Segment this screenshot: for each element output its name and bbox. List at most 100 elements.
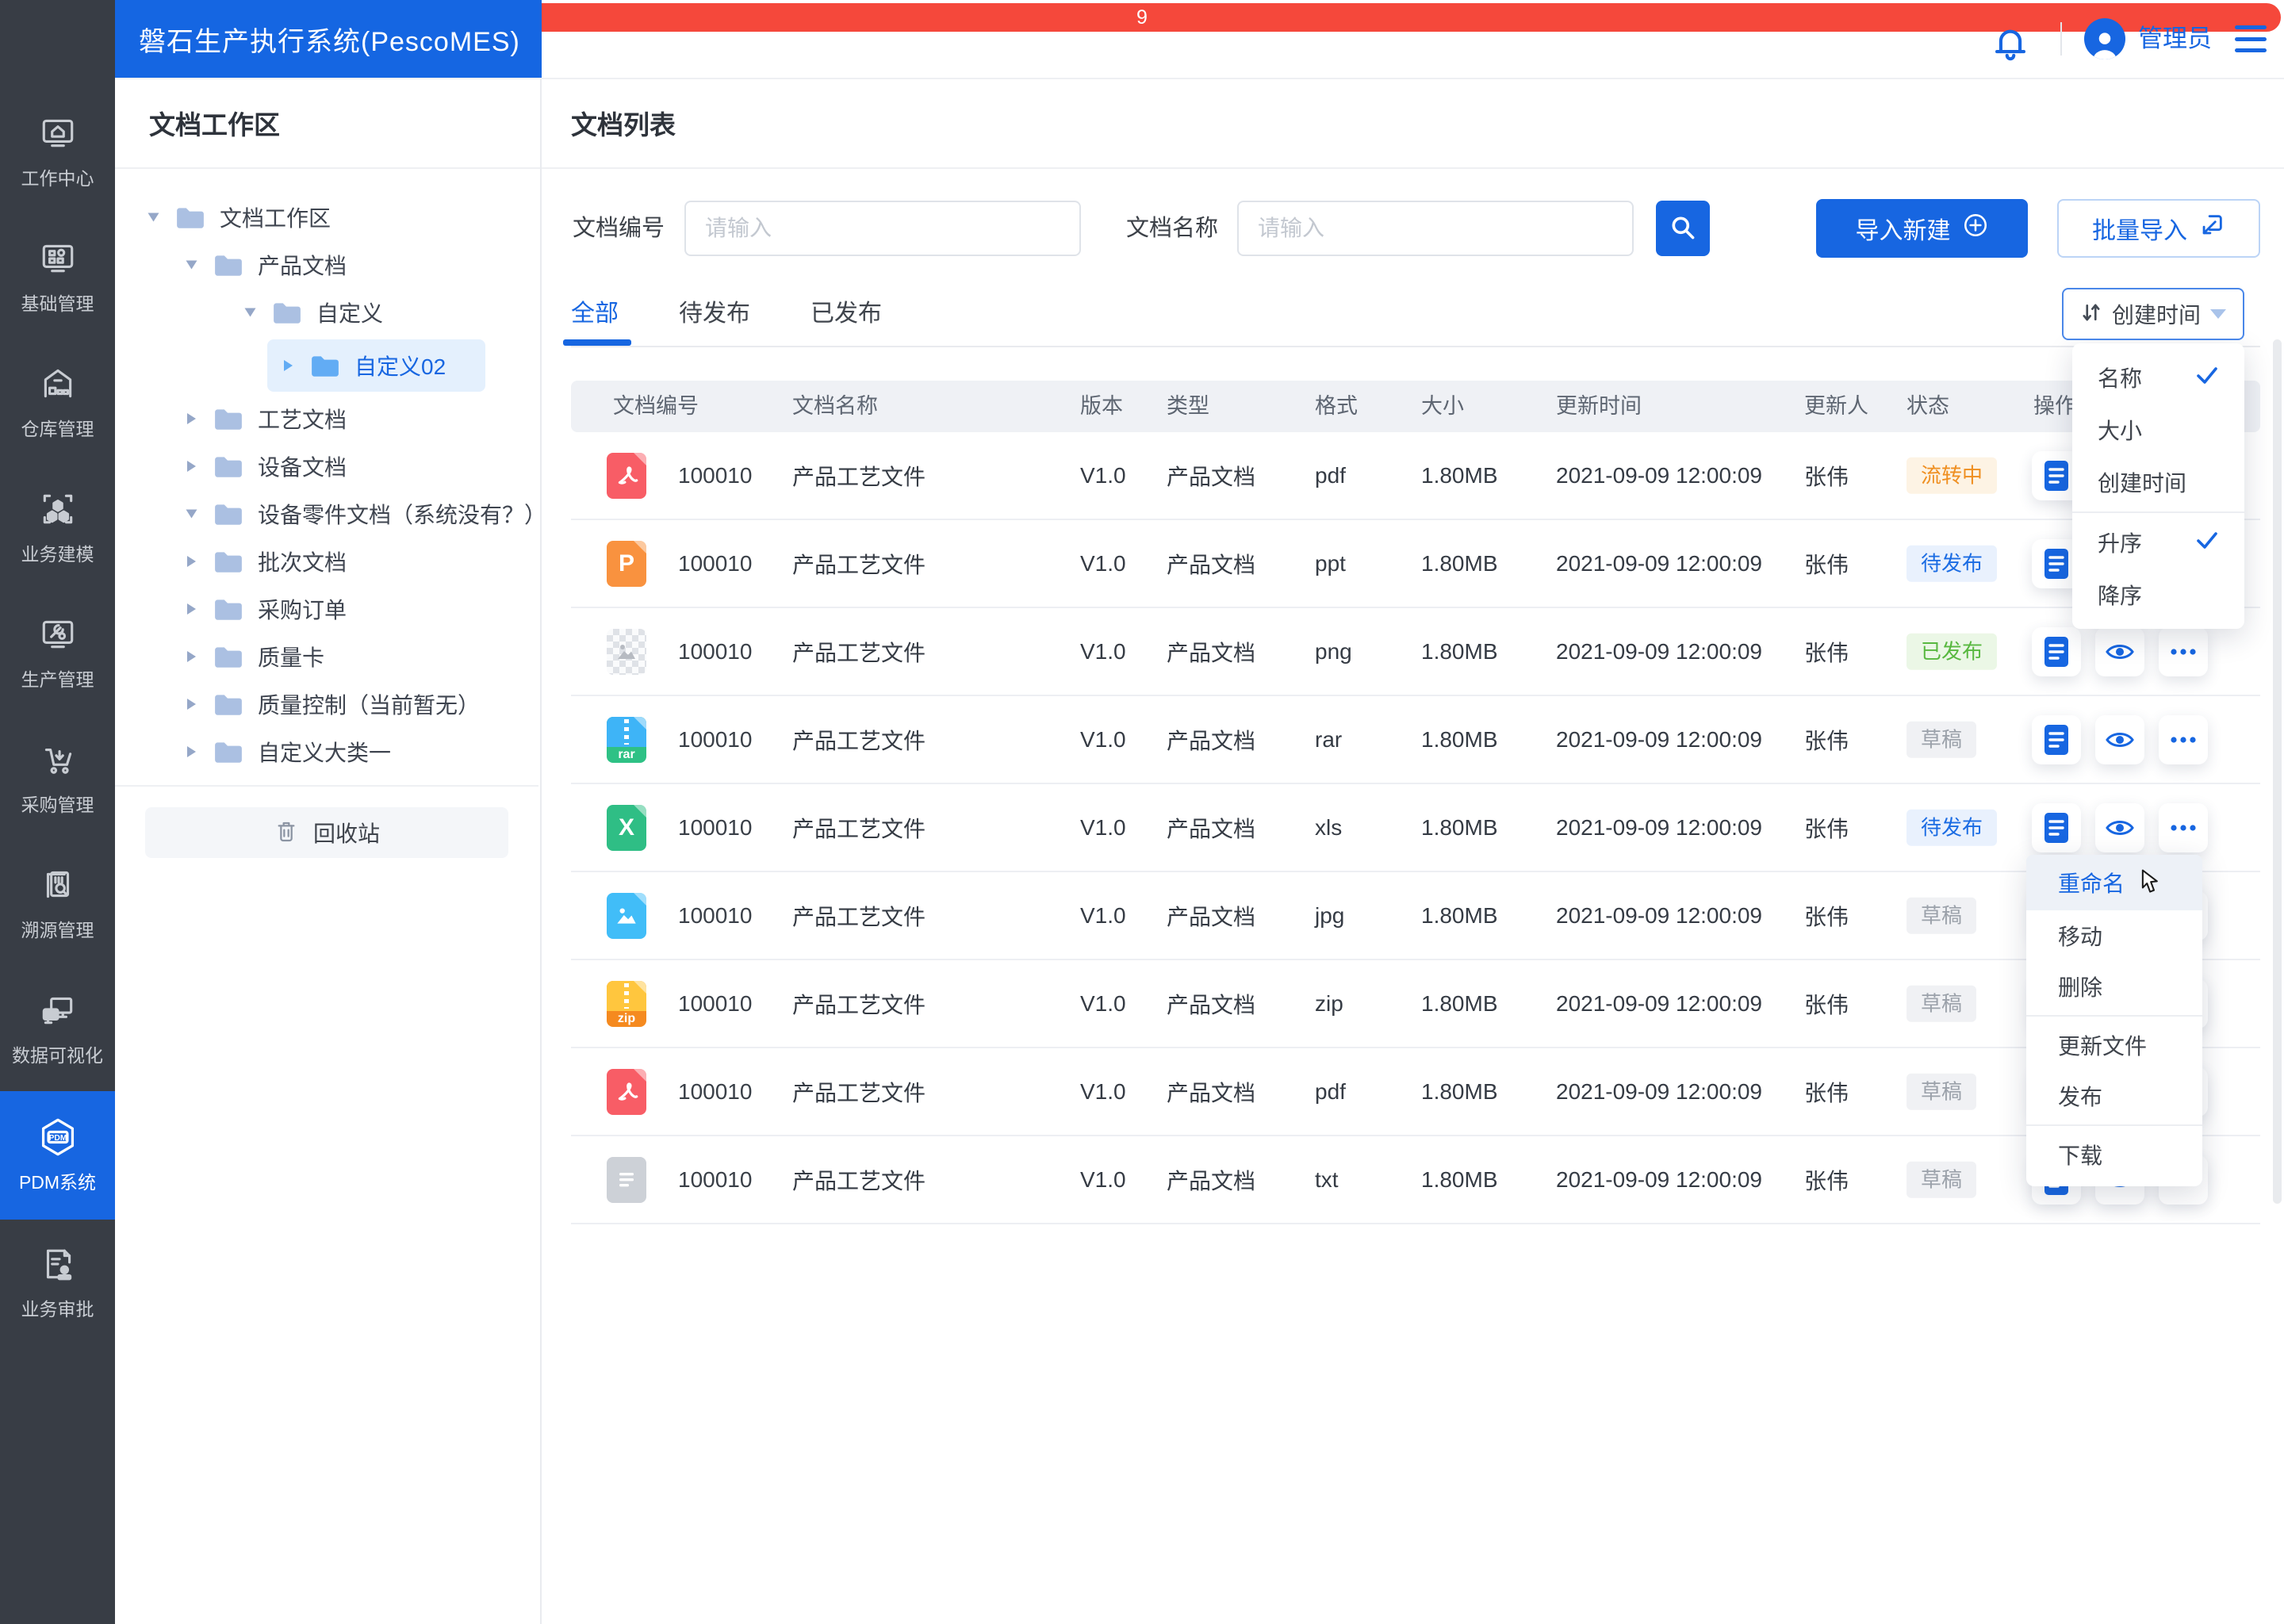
tree-item[interactable]: 产品文档 <box>115 241 538 289</box>
chevron-right-icon[interactable] <box>187 461 196 472</box>
type-cell: 产品文档 <box>1167 904 1256 929</box>
chevron-right-icon[interactable] <box>187 651 196 662</box>
rail-item-trace[interactable]: 溯源管理 <box>0 841 115 966</box>
menu-button[interactable] <box>2235 25 2267 52</box>
chevron-right-icon[interactable] <box>187 746 196 757</box>
rail-item-workbench[interactable]: 工作中心 <box>0 89 115 214</box>
table-row[interactable]: P 100010 产品工艺文件 V1.0 产品文档 ppt 1.80MB 2021-09-09… <box>571 520 2260 608</box>
recycle-bin-button[interactable]: 回收站 <box>145 807 508 858</box>
sort-option[interactable]: 名称 <box>2072 351 2244 404</box>
context-menu-item[interactable]: 删除 <box>2026 961 2202 1012</box>
batch-import-button[interactable]: 批量导入 <box>2057 199 2260 258</box>
chevron-down-icon[interactable] <box>148 213 159 222</box>
tab-已发布[interactable]: 已发布 <box>811 293 882 328</box>
preview-button[interactable] <box>2095 714 2144 764</box>
tab-待发布[interactable]: 待发布 <box>679 293 750 328</box>
table-row[interactable]: X 100010 产品工艺文件 V1.0 产品文档 xls 1.80MB 2021-09-09… <box>571 784 2260 872</box>
more-button[interactable] <box>2159 714 2208 764</box>
file-type-cell: rar <box>607 716 646 763</box>
tree-item[interactable]: 批次文档 <box>115 538 538 585</box>
context-menu-item[interactable]: 下载 <box>2026 1129 2202 1180</box>
tree-item[interactable]: 设备零件文档（系统没有？） <box>115 490 546 538</box>
tree-item[interactable]: 设备文档 <box>115 442 538 490</box>
tree-item[interactable]: 自定义 <box>115 289 538 336</box>
tree-item-label: 工艺文档 <box>258 408 347 432</box>
doc-no-input[interactable] <box>684 201 1081 256</box>
chevron-down-icon[interactable] <box>186 260 197 270</box>
sort-option[interactable]: 创建时间 <box>2072 456 2244 508</box>
doc-name-cell: 产品工艺文件 <box>792 816 926 841</box>
chevron-down-icon[interactable] <box>244 308 256 317</box>
updated-cell: 2021-09-09 12:00:09 <box>1556 726 1762 752</box>
rail-item-procurement[interactable]: 采购管理 <box>0 715 115 841</box>
context-menu-item[interactable]: 更新文件 <box>2026 1020 2202 1071</box>
more-button[interactable] <box>2159 802 2208 852</box>
user-name[interactable]: 管理员 <box>2138 0 2212 78</box>
table-row[interactable]: 100010 产品工艺文件 V1.0 产品文档 png 1.80MB 2021-09-09 … <box>571 608 2260 696</box>
fold-corner <box>634 716 646 730</box>
sort-option[interactable]: 大小 <box>2072 404 2244 456</box>
rail-item-warehouse[interactable]: 仓库管理 <box>0 339 115 465</box>
sort-order-option[interactable]: 降序 <box>2072 569 2244 621</box>
tree-item[interactable]: 自定义大类一 <box>115 728 538 776</box>
rail-item-approval[interactable]: 业务审批 <box>0 1220 115 1345</box>
rail-item-label: 数据可视化 <box>12 1045 103 1066</box>
chevron-right-icon[interactable] <box>187 603 196 615</box>
rail-item-production[interactable]: 生产管理 <box>0 590 115 715</box>
chevron-right-icon[interactable] <box>187 699 196 710</box>
doc-no-cell: 100010 <box>678 638 753 664</box>
tree-item[interactable]: 质量控制（当前暂无） <box>115 680 538 728</box>
rail-item-label: 仓库管理 <box>21 419 94 439</box>
status-cell: 草稿 <box>1907 985 1977 1022</box>
rail-item-modeling[interactable]: 业务建模 <box>0 465 115 590</box>
chevron-down-icon[interactable] <box>186 509 197 519</box>
tree-item[interactable]: 采购订单 <box>115 585 538 633</box>
detail-button[interactable] <box>2032 802 2081 852</box>
chevron-right-icon[interactable] <box>187 413 196 424</box>
context-menu-item[interactable]: 移动 <box>2026 910 2202 961</box>
chevron-right-icon[interactable] <box>187 556 196 567</box>
more-button[interactable] <box>2159 626 2208 676</box>
table-row[interactable]: rar 100010 产品工艺文件 V1.0 产品文档 rar 1.80MB 2021-09-… <box>571 696 2260 784</box>
chevron-right-icon[interactable] <box>284 360 293 371</box>
preview-button[interactable] <box>2095 802 2144 852</box>
search-button[interactable] <box>1656 201 1710 256</box>
preview-button[interactable] <box>2095 626 2144 676</box>
sort-button[interactable]: 创建时间 <box>2062 288 2244 340</box>
table-row[interactable]: zip 100010 产品工艺文件 V1.0 产品文档 zip 1.80MB 2021-09-… <box>571 960 2260 1048</box>
doc-no-cell: 100010 <box>678 726 753 752</box>
table-row[interactable]: 100010 产品工艺文件 V1.0 产品文档 jpg 1.80MB 2021-09-09 … <box>571 872 2260 960</box>
file-icon-xls: X <box>607 804 646 851</box>
notifications-button[interactable] <box>1987 19 2035 67</box>
detail-button[interactable] <box>2032 626 2081 676</box>
folder-icon <box>213 501 243 527</box>
search-icon <box>1669 213 1697 244</box>
tree-item[interactable]: 工艺文档 <box>115 395 538 442</box>
table-row[interactable]: 100010 产品工艺文件 V1.0 产品文档 pdf 1.80MB 2021-09-09 … <box>571 1048 2260 1136</box>
tree-item[interactable]: 自定义02 <box>267 339 485 392</box>
scrollbar-thumb[interactable] <box>2273 339 2282 1204</box>
tree-item[interactable]: 质量卡 <box>115 633 538 680</box>
tree-item-label: 采购订单 <box>258 598 347 622</box>
avatar[interactable] <box>2084 18 2125 59</box>
status-badge: 草稿 <box>1907 1161 1977 1198</box>
table-row[interactable]: 100010 产品工艺文件 V1.0 产品文档 txt 1.80MB 2021-09-09 … <box>571 1136 2260 1224</box>
rail-item-label: 业务建模 <box>21 544 94 565</box>
tab-全部[interactable]: 全部 <box>571 293 619 328</box>
rail-item-data-vis[interactable]: 数据可视化 <box>0 966 115 1091</box>
sort-order-option[interactable]: 升序 <box>2072 516 2244 569</box>
folder-icon <box>213 454 243 479</box>
table-row[interactable]: 100010 产品工艺文件 V1.0 产品文档 pdf 1.80MB 2021-09-09 … <box>571 432 2260 520</box>
doc-name-input[interactable] <box>1237 201 1634 256</box>
tree-item-label: 文档工作区 <box>220 206 331 231</box>
file-type-cell: P <box>607 540 646 587</box>
rail-item-base-admin[interactable]: 基础管理 <box>0 214 115 339</box>
table-header: 文档编号 文档名称 版本 类型 格式 大小 更新时间 更新人 状态 操作 <box>571 381 2260 432</box>
rail-item-pdm[interactable]: PDM PDM系统 <box>0 1091 115 1220</box>
context-menu-item[interactable]: 发布 <box>2026 1071 2202 1121</box>
rail-item-label: 业务审批 <box>21 1299 94 1320</box>
detail-button[interactable] <box>2032 714 2081 764</box>
context-menu-item[interactable]: 重命名 <box>2026 855 2202 910</box>
import-new-button[interactable]: 导入新建 <box>1816 199 2028 258</box>
tree-item[interactable]: 文档工作区 <box>115 193 538 241</box>
